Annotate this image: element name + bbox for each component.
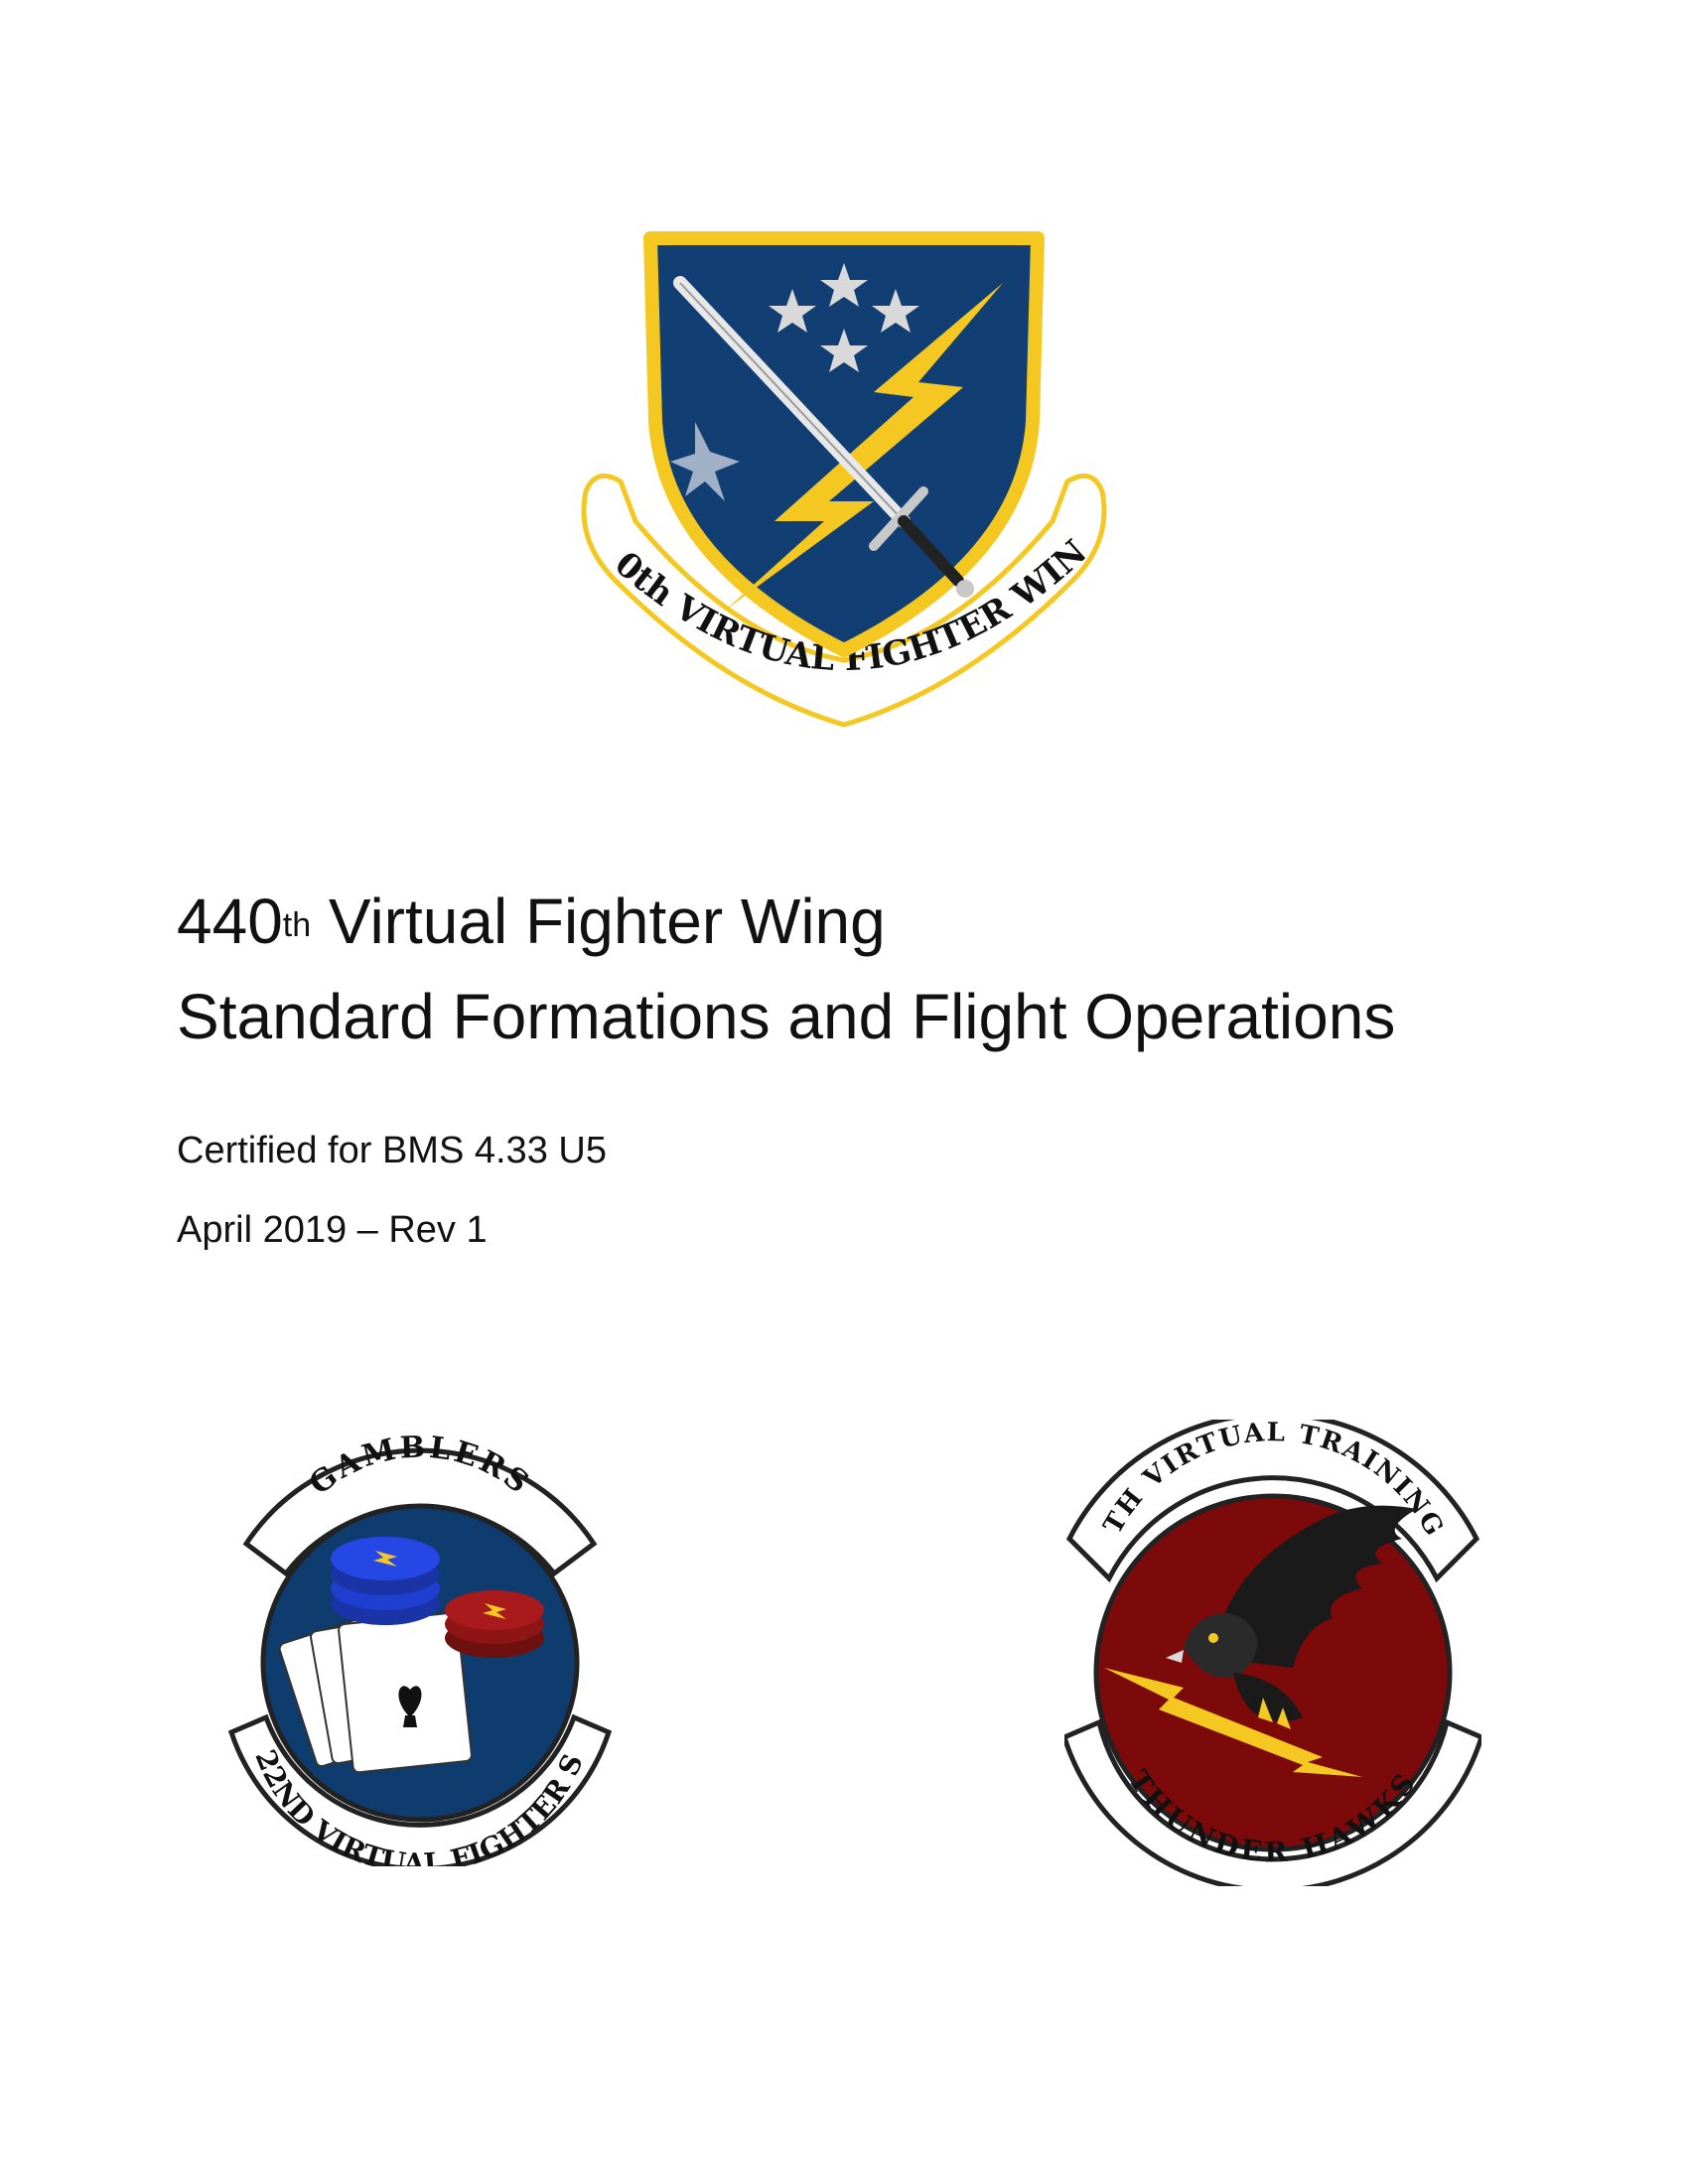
wing-shield — [643, 231, 1045, 657]
wing-emblem: 440th VIRTUAL FIGHTER WING — [576, 223, 1107, 728]
title-rest: Virtual Fighter Wing — [311, 886, 886, 957]
title-number: 440 — [177, 886, 283, 957]
date-revision-line: April 2019 – Rev 1 — [177, 1209, 488, 1251]
document-title-line1: 440th Virtual Fighter Wing — [177, 874, 1567, 969]
document-title-line2: Standard Formations and Flight Operation… — [177, 981, 1396, 1052]
title-block: 440th Virtual Fighter Wing Standard Form… — [177, 874, 1567, 1064]
squadron-222-emblem: GAMBLERS 222ND VIRTUAL FIGHTER SQ — [226, 1430, 613, 1866]
title-ordinal-suffix: th — [282, 906, 312, 944]
certification-line: Certified for BMS 4.33 U5 — [177, 1130, 607, 1171]
poker-chips-red-icon — [445, 1590, 544, 1658]
poker-chips-blue-icon — [331, 1537, 440, 1625]
squadron-176-emblem: 176TH VIRTUAL TRAINING SQ THUNDER HAWKS — [1064, 1420, 1481, 1886]
